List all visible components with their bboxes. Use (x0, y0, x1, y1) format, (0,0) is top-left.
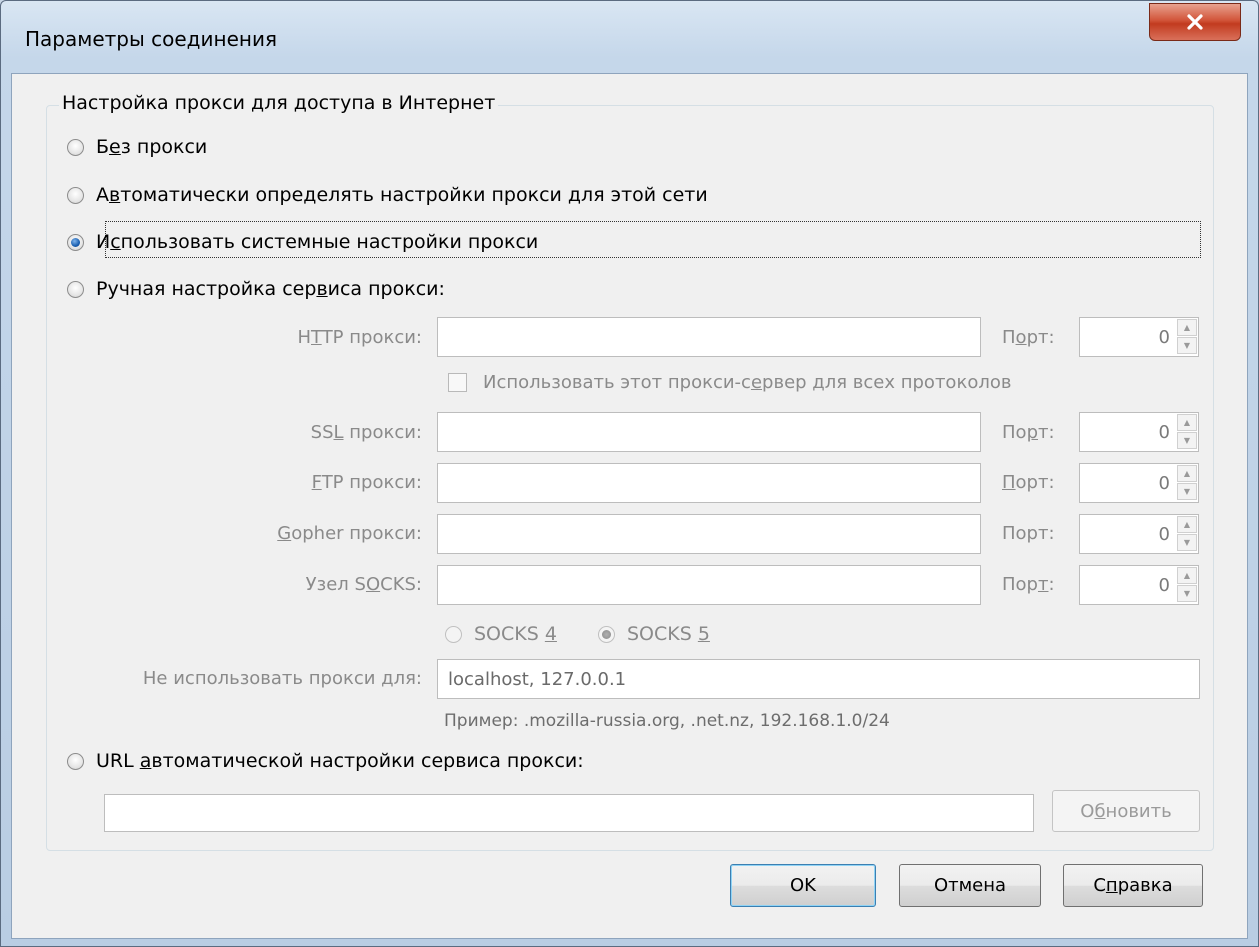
spin-up-icon[interactable]: ▲ (1177, 516, 1197, 533)
socks-host-label: Узел SOCKS: (305, 574, 422, 595)
gopher-port-stepper[interactable]: 0 ▲ ▼ (1079, 514, 1199, 554)
title-bar[interactable]: Параметры соединения (1, 1, 1258, 75)
spin-up-icon[interactable]: ▲ (1177, 465, 1197, 482)
ssl-port-value: 0 (1158, 422, 1170, 443)
radio-socks5[interactable] (598, 625, 615, 643)
use-for-all-checkbox[interactable] (448, 373, 467, 392)
option-no-proxy[interactable]: Без прокси (67, 136, 207, 158)
gopher-port-value: 0 (1158, 524, 1170, 545)
spin-up-icon[interactable]: ▲ (1177, 567, 1197, 584)
socks-host-input[interactable] (437, 565, 981, 605)
ssl-proxy-input[interactable] (437, 412, 981, 452)
group-legend: Настройка прокси для доступа в Интернет (59, 92, 499, 114)
http-port-label: Порт: (1002, 327, 1055, 348)
http-proxy-label: HTTP прокси: (297, 327, 422, 348)
ssl-proxy-label: SSL прокси: (310, 422, 422, 443)
ssl-port-stepper[interactable]: 0 ▲ ▼ (1079, 412, 1199, 452)
option-socks4[interactable]: SOCKS 4 (445, 623, 557, 645)
window-title: Параметры соединения (25, 27, 277, 51)
dialog-window: Параметры соединения Настройка прокси дл… (0, 0, 1259, 947)
option-socks5[interactable]: SOCKS 5 (598, 623, 710, 645)
label-no-proxy: Без прокси (96, 136, 208, 158)
cancel-button[interactable]: Отмена (899, 864, 1041, 907)
radio-auto-detect[interactable] (67, 186, 84, 204)
close-button[interactable] (1149, 3, 1241, 41)
radio-no-proxy[interactable] (67, 138, 84, 156)
gopher-proxy-input[interactable] (437, 514, 981, 554)
no-proxy-example: Пример: .mozilla-russia.org, .net.nz, 19… (444, 711, 890, 731)
spin-down-icon[interactable]: ▼ (1177, 534, 1197, 551)
use-for-all-label: Использовать этот прокси-сервер для всех… (483, 372, 1012, 393)
radio-system-settings[interactable] (67, 233, 84, 251)
auto-url-input[interactable] (104, 794, 1034, 832)
spin-up-icon[interactable]: ▲ (1177, 319, 1197, 336)
spin-down-icon[interactable]: ▼ (1177, 483, 1197, 500)
dialog-client-area: Настройка прокси для доступа в Интернет … (11, 73, 1248, 939)
close-icon (1187, 14, 1203, 30)
ftp-port-stepper[interactable]: 0 ▲ ▼ (1079, 463, 1199, 503)
label-socks4: SOCKS 4 (474, 623, 557, 645)
radio-manual[interactable] (67, 280, 84, 298)
label-system-settings: Использовать системные настройки прокси (96, 231, 539, 253)
radio-socks4[interactable] (445, 625, 462, 643)
spin-down-icon[interactable]: ▼ (1177, 337, 1197, 354)
socks-port-stepper[interactable]: 0 ▲ ▼ (1079, 565, 1199, 605)
spin-up-icon[interactable]: ▲ (1177, 414, 1197, 431)
option-auto-detect[interactable]: Автоматически определять настройки прокс… (67, 184, 708, 206)
http-port-stepper[interactable]: 0 ▲ ▼ (1079, 317, 1199, 357)
spin-down-icon[interactable]: ▼ (1177, 432, 1197, 449)
label-socks5: SOCKS 5 (627, 623, 710, 645)
spin-down-icon[interactable]: ▼ (1177, 585, 1197, 602)
label-auto-detect: Автоматически определять настройки прокс… (96, 184, 708, 206)
gopher-proxy-label: Gopher прокси: (277, 523, 422, 544)
gopher-port-label: Порт: (1002, 523, 1055, 544)
http-port-value: 0 (1158, 327, 1170, 348)
no-proxy-for-input[interactable] (437, 659, 1200, 699)
label-auto-url: URL автоматической настройки сервиса про… (96, 750, 584, 772)
socks-port-label: Порт: (1002, 574, 1055, 595)
label-manual: Ручная настройка сервиса прокси: (96, 278, 445, 300)
no-proxy-for-label: Не использовать прокси для: (142, 668, 422, 689)
ok-button[interactable]: OK (730, 864, 876, 907)
ssl-port-label: Порт: (1002, 422, 1055, 443)
ftp-proxy-input[interactable] (437, 463, 981, 503)
option-system-settings[interactable]: Использовать системные настройки прокси (67, 231, 538, 253)
http-proxy-input[interactable] (437, 317, 981, 357)
help-button[interactable]: Сп равка (1063, 864, 1203, 907)
socks-port-value: 0 (1158, 575, 1170, 596)
ftp-proxy-label: FTP прокси: (311, 472, 422, 493)
option-auto-url[interactable]: URL автоматической настройки сервиса про… (67, 750, 584, 772)
ftp-port-label: Порт: (1002, 472, 1055, 493)
radio-auto-url[interactable] (67, 752, 84, 770)
option-manual[interactable]: Ручная настройка сервиса прокси: (67, 278, 445, 300)
ftp-port-value: 0 (1158, 473, 1170, 494)
reload-button[interactable]: Об новить (1052, 790, 1200, 832)
